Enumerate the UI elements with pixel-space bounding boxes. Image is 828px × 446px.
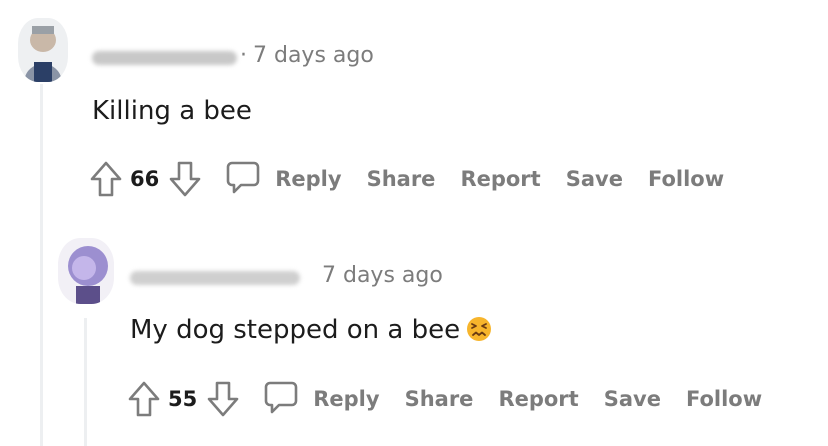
comment-meta: 7 days ago	[322, 263, 443, 288]
meta-separator: ·	[240, 43, 247, 68]
timestamp[interactable]: 7 days ago	[322, 263, 443, 288]
upvote-icon[interactable]	[124, 377, 164, 421]
comment-icon	[225, 159, 261, 199]
reply-button[interactable]: Reply	[225, 159, 342, 199]
confounded-face-emoji-icon	[466, 316, 492, 342]
reply-label: Reply	[313, 387, 380, 411]
comment-body: Killing a bee	[92, 96, 252, 126]
thread-line[interactable]	[40, 84, 43, 446]
comment-text: My dog stepped on a bee	[130, 315, 461, 345]
upvote-icon[interactable]	[86, 157, 126, 201]
downvote-icon[interactable]	[203, 377, 243, 421]
share-button[interactable]: Share	[367, 167, 436, 191]
vote-score: 66	[130, 167, 160, 191]
reply-label: Reply	[275, 167, 342, 191]
report-button[interactable]: Report	[498, 387, 578, 411]
reply-button[interactable]: Reply	[263, 379, 380, 419]
comment-actions: 66 Reply Share Report Save Follow	[86, 157, 724, 201]
timestamp[interactable]: 7 days ago	[253, 43, 374, 68]
downvote-icon[interactable]	[165, 157, 205, 201]
username-redacted[interactable]	[130, 271, 300, 285]
avatar[interactable]	[18, 18, 68, 82]
save-button[interactable]: Save	[566, 167, 623, 191]
comment-icon	[263, 379, 299, 419]
save-button[interactable]: Save	[604, 387, 661, 411]
username-redacted[interactable]	[92, 51, 237, 65]
avatar[interactable]	[58, 238, 114, 304]
follow-button[interactable]: Follow	[648, 167, 724, 191]
thread-line[interactable]	[84, 318, 87, 446]
report-button[interactable]: Report	[460, 167, 540, 191]
comment-meta: · 7 days ago	[240, 43, 374, 68]
share-button[interactable]: Share	[405, 387, 474, 411]
vote-score: 55	[168, 387, 198, 411]
comment-body: My dog stepped on a bee	[130, 315, 492, 345]
follow-button[interactable]: Follow	[686, 387, 762, 411]
comment-actions: 55 Reply Share Report Save Follow	[124, 377, 762, 421]
